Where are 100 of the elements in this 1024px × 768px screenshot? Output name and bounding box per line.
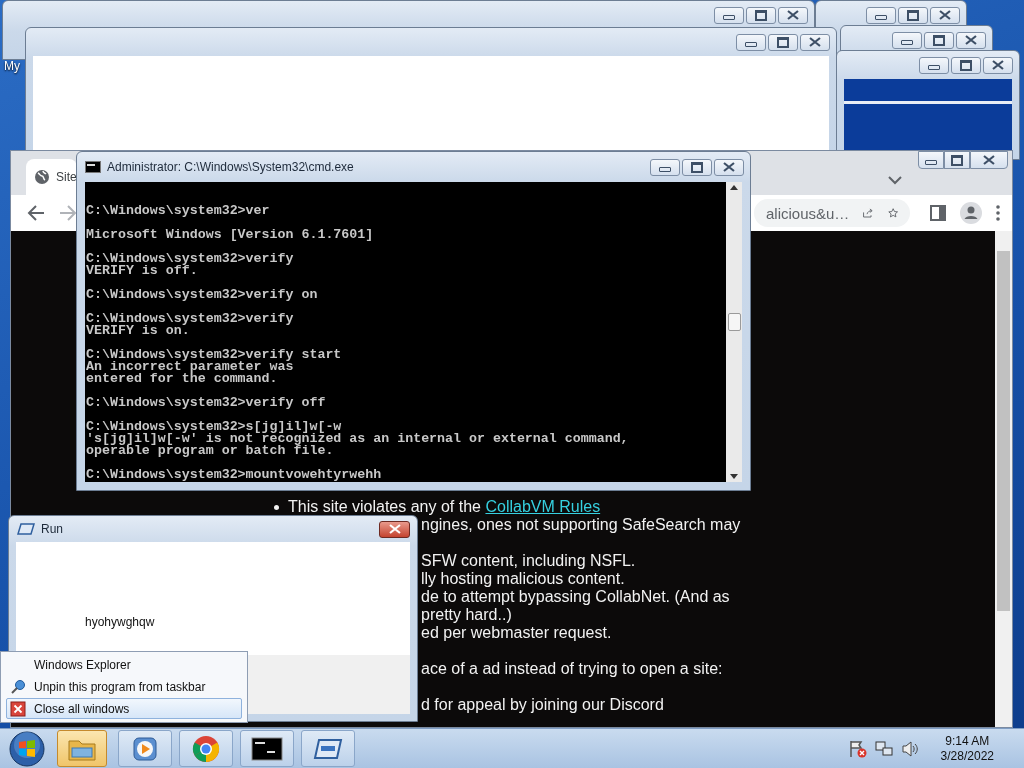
maximize-button[interactable] <box>951 56 981 74</box>
maximize-button[interactable] <box>944 151 970 169</box>
console-line: VERIFY is on. <box>86 325 190 337</box>
console-line: C:\Windows\system32>verify on <box>86 289 319 301</box>
clock[interactable]: 9:14 AM 3/28/2022 <box>940 733 994 764</box>
taskbar-button[interactable] <box>240 730 294 767</box>
minimize-icon <box>659 167 671 172</box>
close-button[interactable] <box>970 151 1008 169</box>
console-line: C:\Windows\system32>mountvowehtyrwehh <box>86 469 383 481</box>
close-icon <box>388 524 401 534</box>
minimize-icon <box>745 42 757 47</box>
minimize-button[interactable] <box>919 56 949 74</box>
maximize-button[interactable] <box>746 6 776 24</box>
minimize-button[interactable] <box>918 151 944 169</box>
flag-icon[interactable] <box>848 739 867 758</box>
maximize-icon <box>691 161 703 173</box>
arrow-up-icon[interactable] <box>730 185 738 190</box>
minimize-button[interactable] <box>714 6 744 24</box>
terminal-icon <box>251 736 283 761</box>
network-icon[interactable] <box>874 739 893 758</box>
list-item-text: This site violates any of the CollabVM Rules <box>288 498 601 516</box>
profile-icon[interactable] <box>960 202 982 224</box>
console-line: C:\Windows\system32>verify start <box>86 349 343 361</box>
close-button[interactable] <box>983 56 1013 74</box>
page-text: d for appeal by joining our Discord <box>421 696 664 713</box>
console-line: C:\Windows\system32>verify <box>86 253 295 265</box>
close-icon <box>809 37 821 47</box>
bullet-icon <box>274 504 279 510</box>
maximize-button[interactable] <box>924 31 954 49</box>
close-icon <box>965 35 977 45</box>
desktop-icon-label: My <box>4 59 20 73</box>
window-title: Administrator: C:\Windows\System32\cmd.exe <box>107 160 354 174</box>
minimize-icon <box>928 65 940 70</box>
minimize-button[interactable] <box>866 6 896 24</box>
close-button[interactable] <box>930 6 960 24</box>
rules-link[interactable]: CollabVM Rules <box>485 498 601 515</box>
scroll-thumb[interactable] <box>727 313 741 331</box>
maximize-icon <box>755 9 767 21</box>
close-windows-icon <box>10 700 26 717</box>
terminal-icon <box>85 161 101 173</box>
console-line: An incorrect parameter was <box>86 361 295 373</box>
page-text: pretty hard..) <box>421 606 512 623</box>
address-bar[interactable]: alicious&u… <box>754 199 910 227</box>
console-line: Microsoft Windows [Version 6.1.7601] <box>86 229 375 241</box>
console-line: C:\Windows\system32>s[jg]il]w[-w <box>86 421 343 433</box>
maximize-icon <box>951 154 963 166</box>
minimize-icon <box>875 15 887 20</box>
menu-item[interactable]: Unpin this program from taskbar <box>6 676 242 698</box>
close-icon <box>787 10 799 20</box>
console-line: C:\Windows\system32>ver <box>86 205 271 217</box>
close-button[interactable] <box>379 520 410 538</box>
minimize-button[interactable] <box>736 33 766 51</box>
scrollbar[interactable] <box>726 182 742 482</box>
sidebar-icon[interactable] <box>930 205 946 221</box>
arrow-down-icon[interactable] <box>730 474 738 479</box>
globe-icon <box>34 169 50 185</box>
maximize-button[interactable] <box>768 33 798 51</box>
close-icon <box>992 60 1004 70</box>
page-text: SFW content, including NSFL. <box>421 552 636 569</box>
page-text: de to attempt bypassing CollabNet. (And as <box>421 588 730 605</box>
menu-item[interactable]: Close all windows <box>6 698 242 719</box>
scrollbar[interactable] <box>995 231 1012 727</box>
forward-icon[interactable] <box>59 205 77 221</box>
console-line: operable program or batch file. <box>86 445 334 457</box>
console-line: entered for the command. <box>86 373 279 385</box>
page-text: ed per webmaster request. <box>421 624 612 641</box>
maximize-icon <box>777 36 789 48</box>
scroll-thumb[interactable] <box>997 251 1010 611</box>
close-button[interactable] <box>714 158 744 176</box>
minimize-button[interactable] <box>892 31 922 49</box>
maximize-button[interactable] <box>898 6 928 24</box>
close-icon <box>939 10 951 20</box>
window-title: Run <box>41 522 63 536</box>
maximize-button[interactable] <box>682 158 712 176</box>
run-icon <box>313 736 343 761</box>
minimize-icon <box>901 40 913 45</box>
console-line: C:\Windows\system32>verify <box>86 313 295 325</box>
page-text: ngines, ones not supporting SafeSearch may <box>421 516 741 533</box>
page-text: ace of a ad instead of trying to open a site: <box>421 660 723 677</box>
menu-item[interactable]: Windows Explorer <box>6 655 242 676</box>
pin-icon <box>10 679 26 695</box>
minimize-button[interactable] <box>650 158 680 176</box>
close-button[interactable] <box>956 31 986 49</box>
play-icon <box>132 735 158 762</box>
console-line: C:\Windows\system32>verify off <box>86 397 327 409</box>
browser-tab[interactable]: Site <box>26 159 77 195</box>
windows-logo-icon <box>8 729 46 768</box>
console-line: 's[jg]il]w[-w' is not recognized as an internal or external command, <box>86 433 630 445</box>
dialog-text: hyohywghqw <box>85 615 155 629</box>
close-button[interactable] <box>778 6 808 24</box>
menu-icon[interactable] <box>996 205 1000 221</box>
chevron-down-icon[interactable] <box>888 176 902 185</box>
speaker-icon[interactable] <box>900 739 919 758</box>
console-line: VERIFY is off. <box>86 265 198 277</box>
close-button[interactable] <box>800 33 830 51</box>
minimize-icon <box>723 15 735 20</box>
chrome-icon <box>192 734 220 763</box>
back-icon[interactable] <box>27 205 45 221</box>
maximize-icon <box>960 59 972 71</box>
maximize-icon <box>907 9 919 21</box>
